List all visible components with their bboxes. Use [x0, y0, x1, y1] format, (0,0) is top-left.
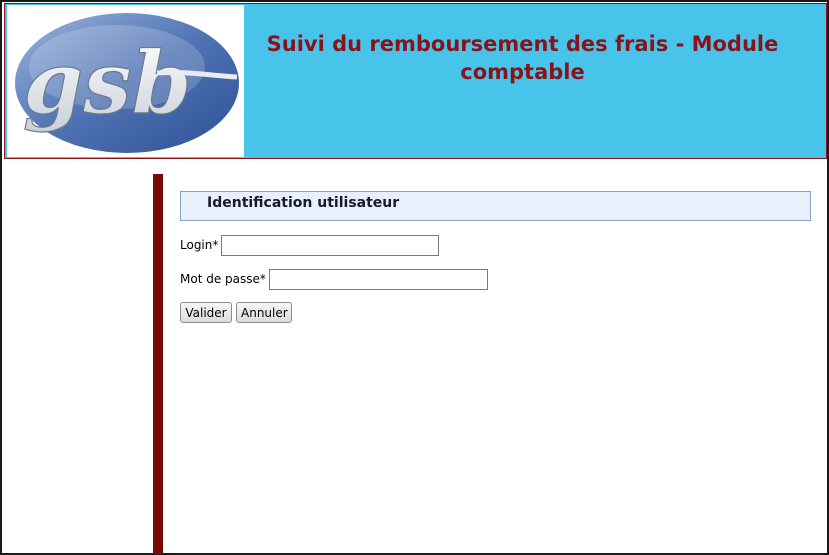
logo-text: gsb	[23, 33, 192, 134]
login-input[interactable]	[221, 234, 440, 256]
page-title: Suivi du remboursement des frais - Modul…	[245, 30, 800, 86]
cancel-button[interactable]: Annuler	[236, 302, 292, 323]
section-title: Identification utilisateur	[207, 195, 400, 211]
login-row: Login*	[180, 234, 440, 256]
gsb-logo: gsb	[7, 5, 244, 157]
submit-button[interactable]: Valider	[180, 302, 232, 323]
title-line-2: comptable	[460, 60, 585, 84]
password-row: Mot de passe*	[180, 268, 488, 290]
page: gsb Suivi du remboursement des frais - M…	[0, 0, 829, 555]
login-label: Login*	[180, 238, 219, 252]
header-banner: gsb Suivi du remboursement des frais - M…	[4, 3, 827, 159]
logo-image: gsb	[15, 13, 239, 153]
sidebar-bar	[153, 174, 163, 554]
password-label: Mot de passe*	[180, 272, 266, 286]
section-header: Identification utilisateur	[180, 191, 811, 221]
password-input[interactable]	[268, 268, 488, 290]
title-line-1: Suivi du remboursement des frais - Modul…	[266, 32, 779, 56]
